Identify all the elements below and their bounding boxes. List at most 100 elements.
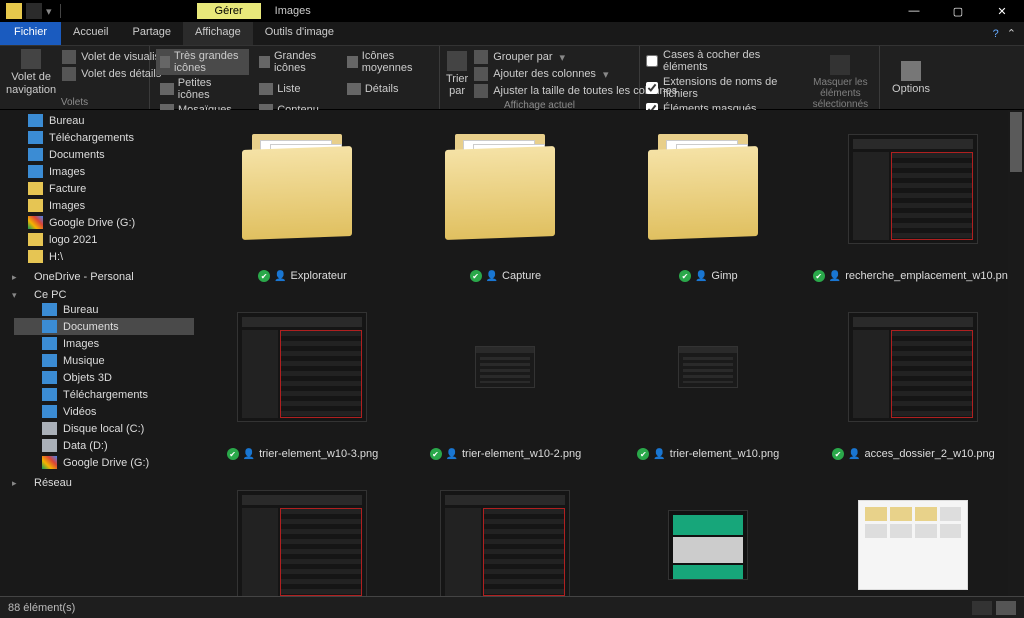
file-item[interactable]: ✔ 👤 explorateur_bureau_w10.png [610,470,807,596]
ribbon-tabs: Fichier Accueil Partage Affichage Outils… [0,22,1024,46]
nav-pc-3d[interactable]: Objets 3D [14,369,194,386]
layout-details[interactable]: Détails [343,76,433,102]
file-item[interactable]: ✔ 👤 acces_dossier_2_w10.png [813,292,1014,460]
sync-status-icon: ✔ [430,448,442,460]
nav-images[interactable]: Images [0,163,194,180]
layout-icon [160,56,170,68]
layout-icon [347,83,361,95]
fit-icon [474,84,488,98]
layout-icon [259,56,270,68]
qat-placeholder [26,3,42,19]
thumbnail [838,292,988,442]
chevron-down-icon[interactable]: ▾ [12,290,22,301]
qat-separator [60,4,61,18]
layout-icon [259,83,273,95]
nav-pc-g[interactable]: Google Drive (G:) [14,454,194,471]
layout-lg-icons[interactable]: Grandes icônes [255,49,337,75]
nav-pc-music[interactable]: Musique [14,352,194,369]
checkbox-file-ext[interactable]: Extensions de noms de fichiers [646,76,804,100]
nav-pc-videos[interactable]: Vidéos [14,403,194,420]
collapse-ribbon-icon[interactable]: ⌃ [1007,27,1016,40]
nav-pc-d[interactable]: Data (D:) [14,437,194,454]
navigation-pane[interactable]: Bureau Téléchargements Documents Images … [0,110,194,596]
nav-pc-images[interactable]: Images [14,335,194,352]
nav-pc-c[interactable]: Disque local (C:) [14,420,194,437]
nav-images2[interactable]: Images [0,197,194,214]
nav-pc-bureau[interactable]: Bureau [14,301,194,318]
thumbnail [633,292,783,442]
nav-pc-dl[interactable]: Téléchargements [14,386,194,403]
thumbnail [227,114,377,264]
options-button[interactable]: Options [886,49,936,107]
file-item[interactable]: ✔ 👤 Gimp [610,114,807,282]
sync-status-icon: ✔ [258,270,270,282]
chevron-right-icon[interactable]: ▸ [12,272,22,283]
tab-file[interactable]: Fichier [0,22,61,45]
file-item[interactable]: ✔ 👤 trier-element_w10-3.png [204,292,401,460]
file-caption: ✔ 👤 recherche_emplacement_w10.png [813,270,1014,282]
nav-pane-button[interactable]: Volet de navigation [6,49,56,96]
layout-xl-icons[interactable]: Très grandes icônes [156,49,249,75]
nav-logo2021[interactable]: logo 2021 [0,231,194,248]
maximize-button[interactable]: ▢ [936,0,980,22]
tab-share[interactable]: Partage [120,22,183,45]
nav-facture[interactable]: Facture [0,180,194,197]
scrollbar-thumb[interactable] [1010,112,1022,172]
help-icon[interactable]: ? [993,28,999,40]
tab-view[interactable]: Affichage [183,22,253,45]
details-view-button[interactable] [972,601,992,615]
thumbnails-view-button[interactable] [996,601,1016,615]
layout-icon [160,83,174,95]
music-icon [42,354,57,367]
file-caption: ✔ 👤 trier-element_w10.png [637,448,779,460]
checkbox-item-checkboxes[interactable]: Cases à cocher des éléments [646,49,804,73]
file-list[interactable]: ✔ 👤 Explorateur ✔ 👤 Capture ✔ 👤 Gim [194,110,1024,596]
sync-status-icon: ✔ [637,448,649,460]
nav-documents[interactable]: Documents [0,146,194,163]
file-item[interactable]: ✔ 👤 Explorateur [204,114,401,282]
file-item[interactable]: ✔ 👤 ce_PC_w10.png [407,470,604,596]
nav-gdrive[interactable]: Google Drive (G:) [0,214,194,231]
layout-list[interactable]: Liste [255,76,337,102]
window-title: Images [275,5,311,17]
shared-icon: 👤 [446,449,458,460]
nav-pc-documents[interactable]: Documents [14,318,194,335]
file-caption: ✔ 👤 acces_dossier_2_w10.png [832,448,995,460]
file-item[interactable]: ✔ 👤 recherche_emplacement_w10.png [813,114,1014,282]
hide-label: Masquer les éléments sélectionnés [808,77,873,110]
tab-home[interactable]: Accueil [61,22,120,45]
minimize-button[interactable]: — [892,0,936,22]
layout-sm-icons[interactable]: Petites icônes [156,76,249,102]
tab-picture-tools[interactable]: Outils d'image [253,22,346,45]
folder-icon [28,199,43,212]
chevron-right-icon[interactable]: ▸ [12,478,22,489]
sync-status-icon: ✔ [227,448,239,460]
nav-bureau[interactable]: Bureau [0,112,194,129]
file-name: Capture [502,270,541,282]
file-item[interactable]: ✔ 👤 trier-element_w10-2.png [407,292,604,460]
contextual-tab-manage[interactable]: Gérer [197,3,261,19]
file-item[interactable]: ✔ 👤 Capture [407,114,604,282]
shared-icon: 👤 [848,449,860,460]
file-item[interactable]: ✔ 👤 affichage_perso.png [813,470,1014,596]
close-button[interactable]: ✕ [980,0,1024,22]
file-item[interactable]: ✔ 👤 epingler_desepingler_w10.png [204,470,401,596]
file-item[interactable]: ✔ 👤 trier-element_w10.png [610,292,807,460]
nav-downloads[interactable]: Téléchargements [0,129,194,146]
nav-onedrive[interactable]: ▸OneDrive - Personal [0,271,194,283]
layout-md-icons[interactable]: Icônes moyennes [343,49,433,75]
file-caption: ✔ 👤 trier-element_w10-3.png [227,448,379,460]
qat-dropdown-icon[interactable]: ▾ [46,5,52,18]
nav-h-drive[interactable]: H:\ [0,248,194,265]
file-caption: ✔ 👤 Gimp [679,270,738,282]
vertical-scrollbar[interactable] [1008,110,1024,596]
nav-this-pc[interactable]: ▾Ce PC [0,289,194,301]
nav-network[interactable]: ▸Réseau [0,477,194,489]
hide-selected-button[interactable]: Masquer les éléments sélectionnés [808,49,873,115]
file-name: trier-element_w10-3.png [259,448,378,460]
sort-button[interactable]: Trier par [446,49,468,99]
folder-icon [28,233,43,246]
file-name: Explorateur [291,270,347,282]
group-icon [474,50,488,64]
sync-status-icon: ✔ [470,270,482,282]
